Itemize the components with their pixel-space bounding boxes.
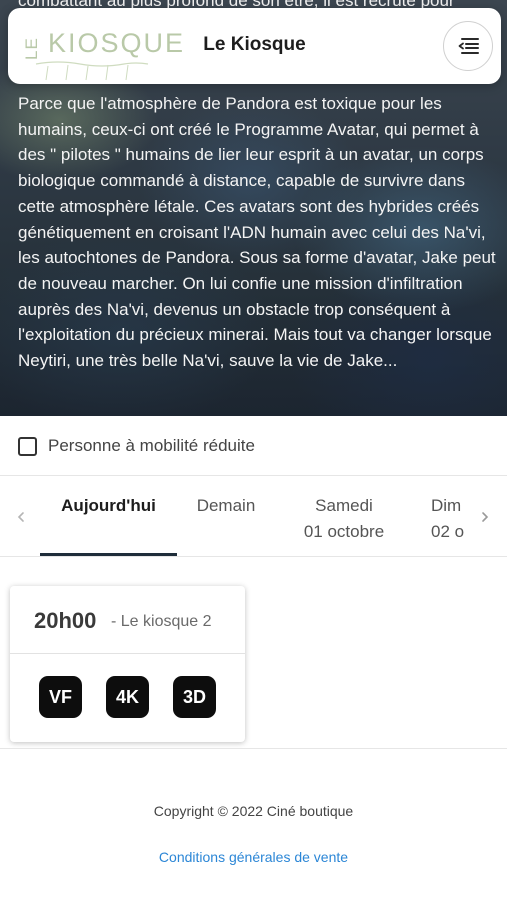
- tab-label: Aujourd'hui: [61, 496, 156, 515]
- menu-list-icon: [458, 38, 479, 54]
- showtime-header: 20h00 - Le kiosque 2: [10, 586, 245, 654]
- reduced-mobility-checkbox[interactable]: [18, 437, 37, 456]
- page-title: Le Kiosque: [203, 34, 306, 55]
- copyright-text: Copyright © 2022 Ciné boutique: [153, 803, 354, 819]
- tab-strip: Aujourd'hui Demain Samedi 01 octobre Dim…: [0, 477, 466, 557]
- showtime-time: 20h00: [34, 608, 97, 633]
- menu-button[interactable]: [443, 21, 493, 71]
- showtime-room: - Le kiosque 2: [111, 613, 212, 630]
- tab-saturday[interactable]: Samedi 01 octobre: [290, 477, 398, 557]
- chevron-right-icon[interactable]: [478, 507, 492, 527]
- tab-sublabel: 02 o: [431, 522, 465, 541]
- terms-of-sale-link[interactable]: Conditions générales de vente: [0, 849, 507, 865]
- date-tabs: Aujourd'hui Demain Samedi 01 octobre Dim…: [0, 477, 507, 557]
- tab-today[interactable]: Aujourd'hui: [40, 477, 177, 557]
- active-tab-indicator: [40, 553, 177, 556]
- tab-sublabel: 01 octobre: [303, 522, 385, 541]
- footer-divider: [0, 748, 507, 749]
- tab-tomorrow[interactable]: Demain: [180, 477, 272, 557]
- tab-label: Samedi: [315, 496, 373, 515]
- tab-label: Dim: [431, 496, 462, 515]
- reduced-mobility-filter: Personne à mobilité réduite: [0, 416, 507, 476]
- tab-sunday[interactable]: Dim 02 o: [431, 477, 466, 557]
- badge-3d: 3D: [173, 676, 216, 718]
- app-header: LE KIOSQUE Le Kiosque: [8, 8, 501, 84]
- synopsis-text: Parce que l'atmosphère de Pandora est to…: [18, 94, 496, 371]
- badge-4k: 4K: [106, 676, 149, 718]
- showtime-card[interactable]: 20h00 - Le kiosque 2 VF 4K 3D: [10, 586, 245, 742]
- reduced-mobility-label[interactable]: Personne à mobilité réduite: [48, 436, 255, 456]
- badge-vf: VF: [39, 676, 82, 718]
- tab-label: Demain: [196, 496, 256, 515]
- logo-ornament-icon: [35, 61, 149, 81]
